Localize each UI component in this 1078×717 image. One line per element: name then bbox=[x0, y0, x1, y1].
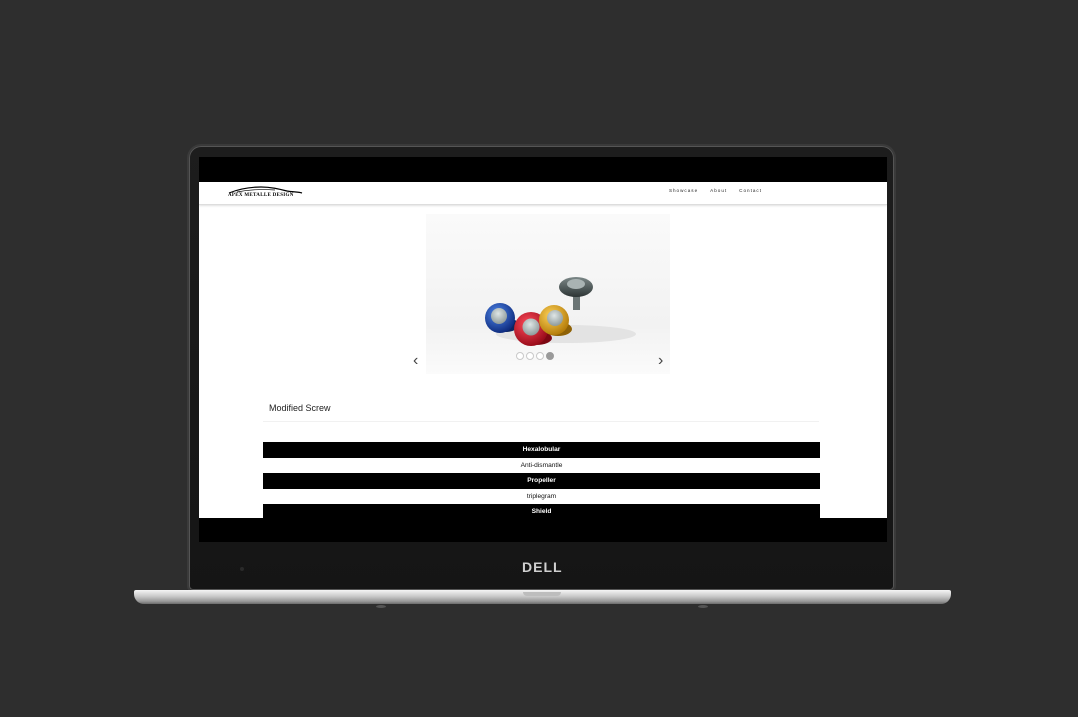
navbar: APEX METALLE DESIGN Showcase About Conta… bbox=[199, 182, 887, 205]
nav-link-showcase[interactable]: Showcase bbox=[669, 188, 698, 193]
carousel-prev-button[interactable]: ‹ bbox=[413, 353, 418, 369]
nav-link-contact[interactable]: Contact bbox=[739, 188, 762, 193]
laptop-foot bbox=[376, 605, 386, 608]
sensor-dot bbox=[240, 567, 244, 571]
product-menu: Hexalobular Anti-dismantle Propeller tri… bbox=[263, 442, 820, 518]
carousel-next-button[interactable]: › bbox=[658, 353, 663, 369]
menu-item-triplegram[interactable]: triplegram bbox=[263, 488, 820, 505]
nav-link-about[interactable]: About bbox=[710, 188, 727, 193]
carousel-slide-image bbox=[426, 214, 670, 374]
carousel-dot[interactable] bbox=[516, 352, 524, 360]
carousel-dot[interactable] bbox=[536, 352, 544, 360]
carousel-indicators bbox=[516, 352, 554, 360]
laptop-foot bbox=[698, 605, 708, 608]
laptop-brand-logo: DELL bbox=[522, 559, 563, 575]
brand-logo-text[interactable]: APEX METALLE DESIGN bbox=[228, 193, 294, 198]
divider bbox=[263, 421, 819, 422]
menu-item-anti-dismantle[interactable]: Anti-dismantle bbox=[263, 457, 820, 474]
menu-item-shield[interactable]: Shield bbox=[263, 504, 820, 518]
colored-screws-image bbox=[485, 277, 636, 346]
carousel-dot[interactable] bbox=[526, 352, 534, 360]
menu-item-propeller[interactable]: Propeller bbox=[263, 473, 820, 489]
website: APEX METALLE DESIGN Showcase About Conta… bbox=[199, 182, 887, 518]
nav-links: Showcase About Contact bbox=[669, 188, 762, 193]
laptop-base-notch bbox=[523, 592, 561, 596]
carousel-dot-active[interactable] bbox=[546, 352, 554, 360]
section-title: Modified Screw bbox=[269, 403, 331, 413]
laptop-screen: APEX METALLE DESIGN Showcase About Conta… bbox=[199, 157, 887, 542]
menu-item-hexalobular[interactable]: Hexalobular bbox=[263, 442, 820, 458]
